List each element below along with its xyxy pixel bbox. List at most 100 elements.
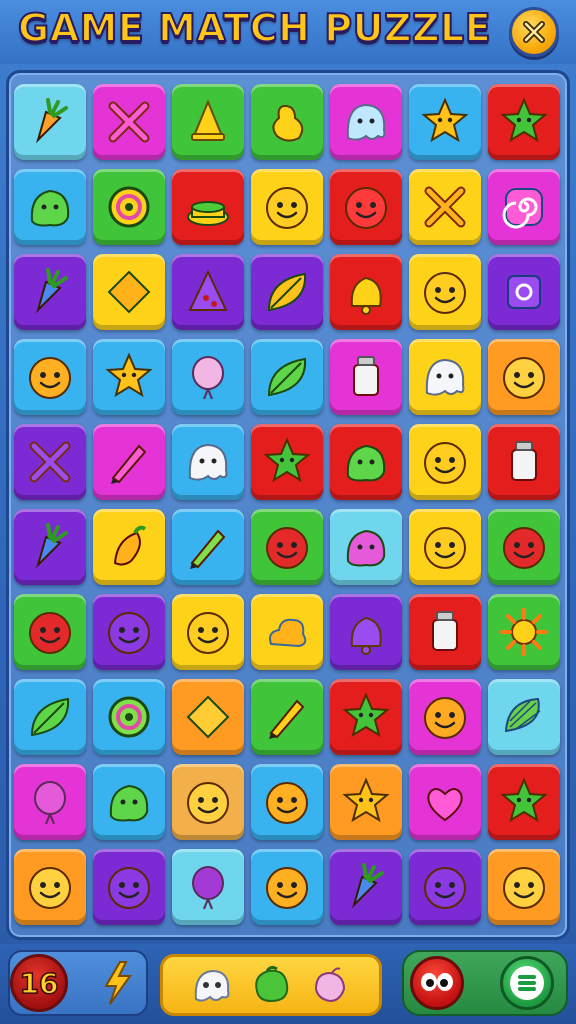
tile-r5-c7[interactable] xyxy=(488,424,560,500)
tile-r6-c3[interactable] xyxy=(172,509,244,585)
tile-r3-c6[interactable] xyxy=(409,254,481,330)
tile-r3-c5[interactable] xyxy=(330,254,402,330)
tile-r5-c5[interactable] xyxy=(330,424,402,500)
balloon-booster-icon[interactable] xyxy=(306,961,354,1009)
tile-r9-c2[interactable] xyxy=(93,764,165,840)
tile-r8-c6[interactable] xyxy=(409,679,481,755)
tile-r1-c5[interactable] xyxy=(330,84,402,160)
menu-icon xyxy=(510,966,544,1000)
face-icon xyxy=(187,782,229,824)
tile-r7-c2[interactable] xyxy=(93,594,165,670)
tile-r2-c6[interactable] xyxy=(409,169,481,245)
tile-r4-c2[interactable] xyxy=(93,339,165,415)
tile-r2-c4[interactable] xyxy=(251,169,323,245)
tile-r9-c4[interactable] xyxy=(251,764,323,840)
tile-r10-c2[interactable] xyxy=(93,849,165,925)
tile-r7-c3[interactable] xyxy=(172,594,244,670)
face-icon xyxy=(345,187,387,229)
tile-r4-c3[interactable] xyxy=(172,339,244,415)
cross-sticks-icon xyxy=(424,186,466,228)
tile-r1-c4[interactable] xyxy=(251,84,323,160)
tile-r4-c4[interactable] xyxy=(251,339,323,415)
tile-r7-c5[interactable] xyxy=(330,594,402,670)
tile-r4-c6[interactable] xyxy=(409,339,481,415)
score-value: 16 xyxy=(19,966,59,1001)
leaf-icon xyxy=(30,697,70,737)
tile-r6-c2[interactable] xyxy=(93,509,165,585)
tile-r10-c7[interactable] xyxy=(488,849,560,925)
tile-r9-c3[interactable] xyxy=(172,764,244,840)
tile-r2-c1[interactable] xyxy=(14,169,86,245)
tile-r3-c2[interactable] xyxy=(93,254,165,330)
score-badge: 16 xyxy=(10,954,68,1012)
face-icon xyxy=(266,867,308,909)
tile-r8-c4[interactable] xyxy=(251,679,323,755)
tile-r9-c5[interactable] xyxy=(330,764,402,840)
tile-r1-c7[interactable] xyxy=(488,84,560,160)
ghost-booster-icon[interactable] xyxy=(188,961,236,1009)
tile-r2-c7[interactable] xyxy=(488,169,560,245)
tile-r1-c1[interactable] xyxy=(14,84,86,160)
tile-r2-c2[interactable] xyxy=(93,169,165,245)
leaf-icon xyxy=(267,272,307,312)
tile-r9-c1[interactable] xyxy=(14,764,86,840)
tile-r6-c6[interactable] xyxy=(409,509,481,585)
tile-r5-c6[interactable] xyxy=(409,424,481,500)
tile-r8-c1[interactable] xyxy=(14,679,86,755)
tile-r1-c3[interactable] xyxy=(172,84,244,160)
tile-r10-c5[interactable] xyxy=(330,849,402,925)
tile-r4-c7[interactable] xyxy=(488,339,560,415)
close-button[interactable] xyxy=(509,7,559,57)
tile-r3-c4[interactable] xyxy=(251,254,323,330)
tile-r5-c1[interactable] xyxy=(14,424,86,500)
lightning-icon[interactable] xyxy=(98,960,138,1006)
menu-button[interactable] xyxy=(500,956,554,1010)
face-icon xyxy=(29,357,71,399)
tile-r7-c7[interactable] xyxy=(488,594,560,670)
game-title: GAME MATCH PUZZLE xyxy=(17,5,492,51)
face-icon xyxy=(424,272,466,314)
tile-r7-c4[interactable] xyxy=(251,594,323,670)
tile-r9-c7[interactable] xyxy=(488,764,560,840)
balloon-icon xyxy=(34,781,66,825)
tile-r6-c4[interactable] xyxy=(251,509,323,585)
star-icon xyxy=(342,777,390,823)
tile-r10-c3[interactable] xyxy=(172,849,244,925)
star-icon xyxy=(263,437,311,483)
tile-r3-c7[interactable] xyxy=(488,254,560,330)
tile-r5-c3[interactable] xyxy=(172,424,244,500)
tile-r4-c5[interactable] xyxy=(330,339,402,415)
tile-r3-c1[interactable] xyxy=(14,254,86,330)
tile-r5-c2[interactable] xyxy=(93,424,165,500)
tile-r10-c4[interactable] xyxy=(251,849,323,925)
heart-icon xyxy=(427,788,463,822)
tile-r4-c1[interactable] xyxy=(14,339,86,415)
tile-r1-c2[interactable] xyxy=(93,84,165,160)
face-icon xyxy=(266,782,308,824)
tile-r5-c4[interactable] xyxy=(251,424,323,500)
tile-r10-c6[interactable] xyxy=(409,849,481,925)
carrot-icon xyxy=(35,268,68,314)
blob-booster-icon[interactable] xyxy=(247,961,295,1009)
tile-r2-c5[interactable] xyxy=(330,169,402,245)
tile-r8-c3[interactable] xyxy=(172,679,244,755)
red-face-button[interactable] xyxy=(410,956,464,1010)
square-swirl-icon xyxy=(507,275,541,309)
tile-r10-c1[interactable] xyxy=(14,849,86,925)
tile-r3-c3[interactable] xyxy=(172,254,244,330)
tile-r9-c6[interactable] xyxy=(409,764,481,840)
tile-r6-c1[interactable] xyxy=(14,509,86,585)
tile-r2-c3[interactable] xyxy=(172,169,244,245)
tile-r8-c7[interactable] xyxy=(488,679,560,755)
tile-r6-c5[interactable] xyxy=(330,509,402,585)
tile-r6-c7[interactable] xyxy=(488,509,560,585)
tile-r8-c2[interactable] xyxy=(93,679,165,755)
tile-r7-c1[interactable] xyxy=(14,594,86,670)
blob-icon xyxy=(346,444,386,482)
tile-r8-c5[interactable] xyxy=(330,679,402,755)
tile-r7-c6[interactable] xyxy=(409,594,481,670)
face-icon xyxy=(421,973,453,991)
pizza-icon xyxy=(188,269,228,311)
tile-r1-c6[interactable] xyxy=(409,84,481,160)
face-icon xyxy=(424,697,466,739)
